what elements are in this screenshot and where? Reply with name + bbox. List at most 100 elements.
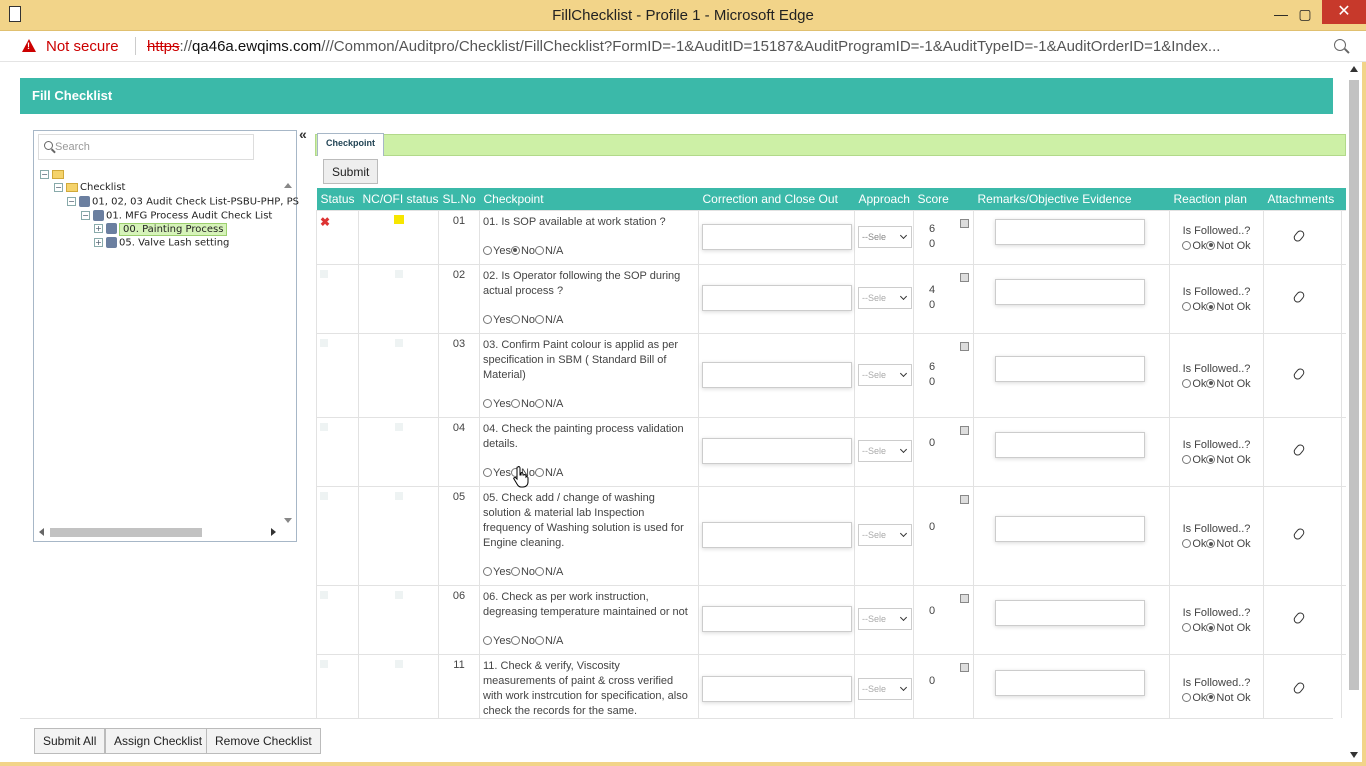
remarks-textarea[interactable] <box>995 669 1145 696</box>
maximize-button[interactable]: ▢ <box>1292 4 1318 24</box>
submit-button[interactable]: Submit <box>323 159 379 184</box>
ncofi-cell <box>358 653 439 718</box>
paperclip-icon[interactable] <box>1292 610 1306 626</box>
na-radio[interactable] <box>535 635 545 645</box>
tab-checkpoint[interactable]: Checkpoint <box>317 133 385 156</box>
approach-select[interactable]: --Sele <box>858 225 912 248</box>
score-detail-icon[interactable] <box>960 494 969 504</box>
scroll-thumb[interactable] <box>1349 80 1359 690</box>
tree-vertical-scrollbar[interactable] <box>282 183 294 523</box>
tree-node-checklist[interactable]: − Checklist <box>54 182 125 193</box>
scroll-down-icon[interactable] <box>1350 752 1358 758</box>
notok-radio[interactable] <box>1206 378 1216 388</box>
paperclip-icon[interactable] <box>1292 228 1306 243</box>
notok-radio[interactable] <box>1206 623 1216 632</box>
ok-radio[interactable] <box>1182 623 1192 632</box>
tree-node-mfg-process[interactable]: −01. MFG Process Audit Check List <box>81 210 272 222</box>
paperclip-icon[interactable] <box>1292 289 1306 305</box>
ok-radio[interactable] <box>1182 240 1192 250</box>
no-radio[interactable] <box>510 245 520 255</box>
tree-node-painting-process[interactable]: +00. Painting Process <box>94 222 228 236</box>
submit-all-button[interactable]: Submit All <box>34 728 106 754</box>
paperclip-icon[interactable] <box>1292 680 1306 695</box>
ok-radio[interactable] <box>1182 302 1192 311</box>
score-detail-icon[interactable] <box>960 341 969 351</box>
paperclip-icon[interactable] <box>1292 526 1306 542</box>
approach-select[interactable]: --Sele <box>858 608 912 630</box>
remove-checklist-button[interactable]: Remove Checklist <box>206 728 321 754</box>
yes-radio[interactable] <box>483 635 492 645</box>
na-radio[interactable] <box>535 245 545 255</box>
na-radio[interactable] <box>535 467 545 477</box>
remarks-textarea[interactable] <box>995 432 1145 458</box>
scroll-right-icon[interactable] <box>271 528 276 536</box>
yes-radio[interactable] <box>483 566 492 576</box>
correction-textarea[interactable] <box>702 285 852 311</box>
approach-select[interactable]: --Sele <box>858 440 912 462</box>
scroll-up-icon[interactable] <box>1350 66 1358 72</box>
zoom-icon[interactable] <box>1334 39 1346 51</box>
tree-node-valve-lash[interactable]: +05. Valve Lash setting <box>94 237 229 249</box>
tree-horizontal-scrollbar[interactable] <box>36 525 276 539</box>
correction-textarea[interactable] <box>702 522 852 548</box>
url-text[interactable]: https://qa46a.ewqims.com///Common/Auditp… <box>147 38 1322 55</box>
paperclip-icon[interactable] <box>1292 442 1306 458</box>
yes-radio[interactable] <box>483 467 492 477</box>
remarks-textarea[interactable] <box>995 279 1145 305</box>
remarks-textarea[interactable] <box>995 355 1145 382</box>
yes-radio[interactable] <box>483 314 492 324</box>
security-label[interactable]: Not secure <box>46 38 119 55</box>
ok-radio[interactable] <box>1182 455 1192 464</box>
score-detail-icon[interactable] <box>960 272 969 282</box>
no-radio[interactable] <box>510 398 520 408</box>
notok-radio[interactable] <box>1206 539 1216 548</box>
minimize-button[interactable]: — <box>1268 4 1294 24</box>
no-radio[interactable] <box>510 566 520 576</box>
approach-select[interactable]: --Sele <box>858 524 912 546</box>
score-detail-icon[interactable] <box>960 425 969 435</box>
correction-textarea[interactable] <box>702 361 852 388</box>
address-bar[interactable]: Not secure https://qa46a.ewqims.com///Co… <box>0 31 1366 62</box>
na-radio[interactable] <box>535 398 545 408</box>
score-detail-icon[interactable] <box>960 218 969 228</box>
approach-select[interactable]: --Sele <box>858 287 912 309</box>
correction-textarea[interactable] <box>702 223 852 250</box>
notok-radio[interactable] <box>1206 302 1216 311</box>
scroll-down-icon[interactable] <box>284 518 292 523</box>
assign-checklist-button[interactable]: Assign Checklist <box>105 728 212 754</box>
ok-radio[interactable] <box>1182 692 1192 702</box>
correction-textarea[interactable] <box>702 675 852 702</box>
remarks-textarea[interactable] <box>995 600 1145 626</box>
approach-cell: --Sele <box>854 332 914 418</box>
tree-node-root-toggle[interactable]: − <box>40 169 66 180</box>
na-radio[interactable] <box>535 314 545 324</box>
ok-radio[interactable] <box>1182 539 1192 548</box>
notok-radio[interactable] <box>1206 455 1216 464</box>
no-radio[interactable] <box>510 314 520 324</box>
notok-radio[interactable] <box>1206 240 1216 250</box>
remarks-textarea[interactable] <box>995 516 1145 542</box>
paperclip-icon[interactable] <box>1292 366 1306 381</box>
approach-select[interactable]: --Sele <box>858 363 912 386</box>
score-detail-icon[interactable] <box>960 662 969 672</box>
notok-radio[interactable] <box>1206 692 1216 702</box>
correction-textarea[interactable] <box>702 438 852 464</box>
score-detail-icon[interactable] <box>960 593 969 603</box>
tree-search-input[interactable]: Search <box>38 134 254 160</box>
no-radio[interactable] <box>510 635 520 645</box>
close-button[interactable]: ✕ <box>1322 0 1366 24</box>
tree-node-audit-list[interactable]: −01, 02, 03 Audit Check List-PSBU-PHP, P… <box>67 196 299 208</box>
yes-radio[interactable] <box>483 398 492 408</box>
scroll-up-icon[interactable] <box>284 183 292 188</box>
slno-cell: 05 <box>438 485 480 586</box>
scroll-thumb[interactable] <box>50 528 202 537</box>
collapse-panel-button[interactable]: « <box>299 126 307 142</box>
remarks-textarea[interactable] <box>995 218 1145 245</box>
page-vertical-scrollbar[interactable] <box>1347 62 1361 766</box>
approach-select[interactable]: --Sele <box>858 677 912 700</box>
correction-textarea[interactable] <box>702 606 852 632</box>
scroll-left-icon[interactable] <box>39 528 44 536</box>
ok-radio[interactable] <box>1182 378 1192 388</box>
yes-radio[interactable] <box>483 245 492 255</box>
na-radio[interactable] <box>535 566 545 576</box>
